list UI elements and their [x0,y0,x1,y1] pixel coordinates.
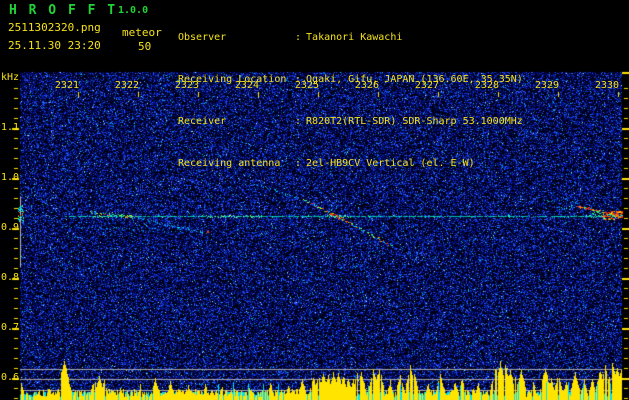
info-row-observer: Observer : Takanori Kawachi [178,31,523,45]
time-tick-label: 2327 [414,80,439,91]
freq-tick-label: 0.9 [1,222,20,233]
info-label: Receiving antenna [178,158,281,169]
info-separator: : [295,116,302,127]
param-label: 50 [138,40,152,53]
time-tick-label: 2321 [54,80,79,91]
info-row-receiver: Receiver : R820T2(RTL-SDR) SDR-Sharp 53.… [178,115,523,129]
mode-label: meteor [122,26,162,39]
time-tick-label: 2326 [354,80,379,91]
time-tick-label: 2324 [234,80,259,91]
filename-label: 2511302320.png [8,21,101,34]
freq-tick-label: 0.6 [1,372,20,383]
time-tick-label: 2322 [114,80,139,91]
time-tick-label: 2323 [174,80,199,91]
time-tick-label: 2330 [594,80,619,91]
info-row-antenna: Receiving antenna : 2el-HB9CV Vertical (… [178,157,523,171]
info-value: 2el-HB9CV Vertical (el. E-W) [306,158,475,169]
time-tick-label: 2325 [294,80,319,91]
info-row-location: Receiving Location : Ogaki, Gifu, JAPAN … [178,73,523,87]
info-separator: : [295,158,302,169]
app-version: 1.0.0 [118,5,149,16]
info-label: Receiver [178,116,227,127]
freq-tick-label: 0.8 [1,272,20,283]
freq-tick-label: 1.0 [1,172,20,183]
info-value: R820T2(RTL-SDR) SDR-Sharp 53.1000MHz [306,116,523,127]
time-tick-label: 2328 [474,80,499,91]
timestamp-label: 25.11.30 23:20 [8,39,101,52]
hrofft-window: H R O F F T 1.0.0 2511302320.png meteor … [0,0,629,400]
freq-unit-label: kHz [1,72,20,83]
time-tick-label: 2329 [534,80,559,91]
freq-tick-label: 1.1 [1,122,20,133]
app-title: H R O F F T [9,3,118,18]
info-value: Takanori Kawachi [306,32,403,43]
freq-tick-label: 0.7 [1,322,20,333]
info-separator: : [295,32,302,43]
station-info: Observer : Takanori Kawachi Receiving Lo… [178,3,523,199]
info-label: Observer [178,32,227,43]
